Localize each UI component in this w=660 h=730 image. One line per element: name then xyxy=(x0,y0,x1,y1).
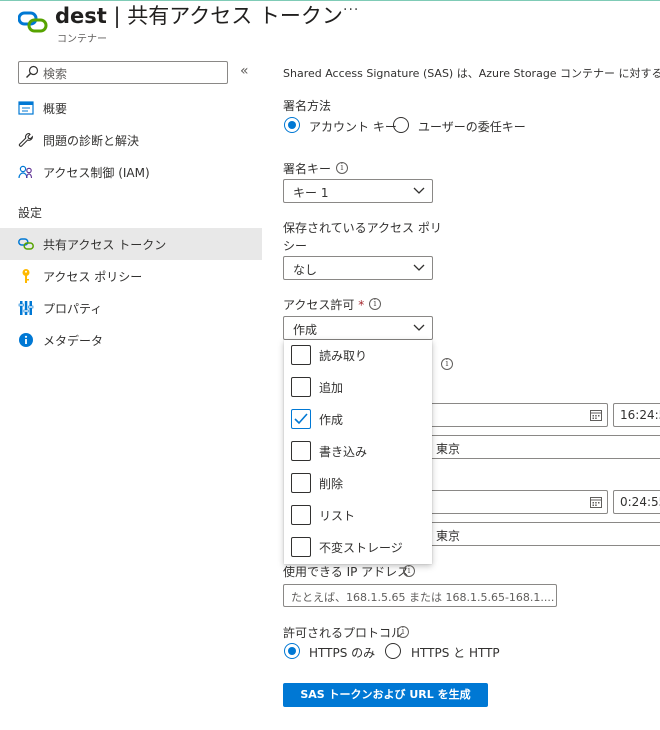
expiry-time-value: 0:24:55 xyxy=(620,495,660,509)
info-icon[interactable]: i xyxy=(336,162,348,174)
chevron-down-icon xyxy=(413,187,425,194)
generate-sas-button[interactable]: SAS トークンおよび URL を生成 xyxy=(283,683,488,707)
radio-user-delegation-key[interactable] xyxy=(393,117,409,133)
permission-option-write[interactable]: 書き込み xyxy=(284,436,432,468)
allowed-ip-placeholder: たとえば、168.1.5.65 または 168.1.5.65-168.1.... xyxy=(291,591,555,604)
sidebar-item-label: 共有アクセス トークン xyxy=(43,238,167,252)
permission-option-add[interactable]: 追加 xyxy=(284,372,432,404)
sidebar-item-label: メタデータ xyxy=(43,334,104,348)
radio-account-key-label: アカウント キー xyxy=(309,120,397,134)
stored-policy-value: なし xyxy=(293,263,318,277)
allowed-protocols-label: 許可されるプロトコル xyxy=(283,626,404,640)
description-text: Shared Access Signature (SAS) は、Azure St… xyxy=(283,67,660,80)
radio-https-and-http-label: HTTPS と HTTP xyxy=(411,646,500,660)
search-input[interactable]: 検索 xyxy=(18,61,228,84)
signing-key-label: 署名キー xyxy=(283,162,332,176)
wrench-icon xyxy=(18,132,33,147)
permissions-value: 作成 xyxy=(293,323,318,337)
allowed-ip-label: 使用できる IP アドレス xyxy=(283,565,410,579)
option-label: 追加 xyxy=(319,381,344,395)
option-label: 書き込み xyxy=(319,445,368,459)
expiry-date-input[interactable] xyxy=(425,490,608,514)
calendar-icon xyxy=(590,410,602,421)
start-time-input[interactable]: 16:24:5 xyxy=(613,403,660,427)
allowed-ip-input[interactable]: たとえば、168.1.5.65 または 168.1.5.65-168.1.... xyxy=(283,584,557,607)
radio-account-key[interactable] xyxy=(284,117,300,133)
info-icon[interactable]: i xyxy=(441,358,453,370)
option-label: 削除 xyxy=(319,477,344,491)
checkbox[interactable] xyxy=(291,473,311,493)
stored-policy-dropdown[interactable]: なし xyxy=(283,256,433,280)
page-title: dest | 共有アクセス トークン xyxy=(55,4,343,28)
section-heading-settings: 設定 xyxy=(18,206,43,220)
sidebar-item-overview[interactable]: 概要 xyxy=(0,92,262,124)
permission-option-delete[interactable]: 削除 xyxy=(284,468,432,500)
option-label: 不変ストレージ xyxy=(319,541,403,555)
container-link-icon xyxy=(18,11,48,33)
start-time-value: 16:24:5 xyxy=(620,408,660,422)
sidebar-item-label: 問題の診断と解決 xyxy=(43,134,140,148)
option-label: 読み取り xyxy=(319,349,368,363)
checkmark-icon xyxy=(294,413,308,425)
collapse-sidebar-button[interactable]: « xyxy=(240,63,249,79)
sidebar-item-properties[interactable]: プロパティ xyxy=(0,292,262,324)
info-icon[interactable]: i xyxy=(369,298,381,310)
permission-option-create[interactable]: 作成 xyxy=(284,404,432,436)
info-icon[interactable]: i xyxy=(397,626,409,638)
properties-icon xyxy=(18,301,34,315)
chevron-down-icon xyxy=(413,264,425,271)
calendar-icon xyxy=(590,497,602,508)
sidebar-item-diagnose[interactable]: 問題の診断と解決 xyxy=(0,124,262,156)
sidebar-item-access-policy[interactable]: アクセス ポリシー xyxy=(0,260,262,292)
radio-user-delegation-key-label: ユーザーの委任キー xyxy=(418,120,526,134)
start-date-input[interactable] xyxy=(425,403,608,427)
checkbox-checked[interactable] xyxy=(291,409,311,429)
people-icon xyxy=(18,165,33,179)
permissions-label: アクセス許可 * xyxy=(283,298,365,312)
expiry-time-input[interactable]: 0:24:55 xyxy=(613,490,660,514)
page-subtitle: コンテナー xyxy=(57,34,107,45)
sidebar-item-label: プロパティ xyxy=(43,302,103,316)
info-icon xyxy=(19,333,33,347)
sidebar-item-label: アクセス制御 (IAM) xyxy=(43,166,150,180)
checkbox[interactable] xyxy=(291,377,311,397)
checkbox[interactable] xyxy=(291,537,311,557)
expiry-timezone-dropdown[interactable]: 東京 xyxy=(425,522,660,546)
sidebar-item-label: 概要 xyxy=(43,102,68,116)
option-label: リスト xyxy=(319,509,356,523)
checkbox[interactable] xyxy=(291,441,311,461)
signing-key-value: キー 1 xyxy=(293,186,329,200)
start-timezone-value: 東京 xyxy=(436,442,461,456)
radio-https-only[interactable] xyxy=(284,643,300,659)
permissions-dropdown-list: 読み取り 追加 作成 書き込み 削除 リスト 不変ストレージ xyxy=(284,340,432,564)
checkbox[interactable] xyxy=(291,505,311,525)
signing-key-dropdown[interactable]: キー 1 xyxy=(283,179,433,203)
sidebar-item-iam[interactable]: アクセス制御 (IAM) xyxy=(0,156,262,188)
radio-https-only-label: HTTPS のみ xyxy=(309,646,376,660)
key-icon xyxy=(22,269,30,283)
signing-method-label: 署名方法 xyxy=(283,99,332,113)
sidebar-item-metadata[interactable]: メタデータ xyxy=(0,324,262,356)
start-timezone-dropdown[interactable]: 東京 xyxy=(425,435,660,459)
search-placeholder: 検索 xyxy=(43,67,68,81)
permission-option-immutable-storage[interactable]: 不変ストレージ xyxy=(284,532,432,564)
overview-icon xyxy=(18,101,34,115)
stored-policy-label-line1: 保存されているアクセス ポリ xyxy=(283,221,442,235)
more-options-button[interactable]: ··· xyxy=(343,2,359,18)
stored-policy-label-line2: シー xyxy=(283,239,308,253)
sidebar-item-label: アクセス ポリシー xyxy=(43,270,143,284)
search-icon xyxy=(26,65,39,78)
info-icon[interactable]: i xyxy=(403,565,415,577)
checkbox[interactable] xyxy=(291,345,311,365)
option-label: 作成 xyxy=(319,413,344,427)
permission-option-list[interactable]: リスト xyxy=(284,500,432,532)
permission-option-read[interactable]: 読み取り xyxy=(284,340,432,372)
link-icon xyxy=(18,238,34,250)
chevron-down-icon xyxy=(413,324,425,331)
expiry-timezone-value: 東京 xyxy=(436,529,461,543)
permissions-dropdown[interactable]: 作成 xyxy=(283,316,433,340)
sidebar-item-shared-access-tokens[interactable]: 共有アクセス トークン xyxy=(0,228,262,260)
radio-https-and-http[interactable] xyxy=(385,643,401,659)
